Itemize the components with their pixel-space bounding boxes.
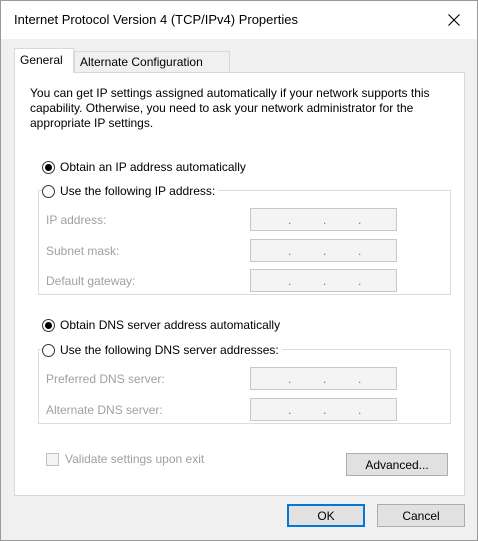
cancel-button[interactable]: Cancel [377,504,465,527]
ip-address-field[interactable]: . . . [250,208,397,231]
close-icon [448,14,460,26]
radio-label: Use the following DNS server addresses: [60,343,279,357]
ip-dot: . [323,244,327,258]
radio-use-following-ip[interactable]: Use the following IP address: [42,184,219,198]
preferred-dns-label: Preferred DNS server: [46,372,165,386]
dialog-title: Internet Protocol Version 4 (TCP/IPv4) P… [14,12,298,27]
radio-obtain-ip-automatically[interactable]: Obtain an IP address automatically [42,160,246,174]
radio-label: Obtain DNS server address automatically [60,318,281,332]
ip-dot: . [323,213,327,227]
radio-obtain-dns-automatically[interactable]: Obtain DNS server address automatically [42,318,280,332]
radio-label: Obtain an IP address automatically [60,160,246,174]
ip-dot: . [288,244,292,258]
ip-dot: . [358,274,362,288]
radio-button[interactable] [42,160,55,174]
description-text: You can get IP settings assigned automat… [30,86,430,130]
ip-dot: . [323,274,327,288]
radio-button[interactable] [42,343,55,357]
ip-dot: . [288,274,292,288]
alternate-dns-label: Alternate DNS server: [46,403,163,417]
ip-dot: . [358,403,362,417]
properties-dialog: Internet Protocol Version 4 (TCP/IPv4) P… [0,0,478,541]
radio-button[interactable] [42,184,55,198]
ip-dot: . [358,372,362,386]
alternate-dns-field[interactable]: . . . [250,398,397,421]
ip-dot: . [288,213,292,227]
ip-dot: . [288,403,292,417]
radio-label: Use the following IP address: [60,184,216,198]
radio-button[interactable] [42,318,55,332]
checkbox[interactable] [46,452,59,466]
checkbox-label: Validate settings upon exit [65,452,205,466]
ip-dot: . [288,372,292,386]
ip-dot: . [323,372,327,386]
preferred-dns-field[interactable]: . . . [250,367,397,390]
default-gateway-field[interactable]: . . . [250,269,397,292]
subnet-mask-field[interactable]: . . . [250,239,397,262]
ip-address-label: IP address: [46,213,107,227]
ok-button[interactable]: OK [287,504,365,527]
default-gateway-label: Default gateway: [46,274,136,288]
tab-alternate-configuration[interactable]: Alternate Configuration [74,51,230,72]
ip-dot: . [323,403,327,417]
general-panel: You can get IP settings assigned automat… [14,72,465,496]
close-button[interactable] [431,1,477,39]
validate-settings-checkbox[interactable]: Validate settings upon exit [46,452,204,466]
subnet-mask-label: Subnet mask: [46,244,120,258]
advanced-button[interactable]: Advanced... [346,453,448,476]
ip-dot: . [358,213,362,227]
tab-general[interactable]: General [14,48,74,73]
radio-use-following-dns[interactable]: Use the following DNS server addresses: [42,343,282,357]
title-bar: Internet Protocol Version 4 (TCP/IPv4) P… [1,1,477,39]
ip-dot: . [358,244,362,258]
